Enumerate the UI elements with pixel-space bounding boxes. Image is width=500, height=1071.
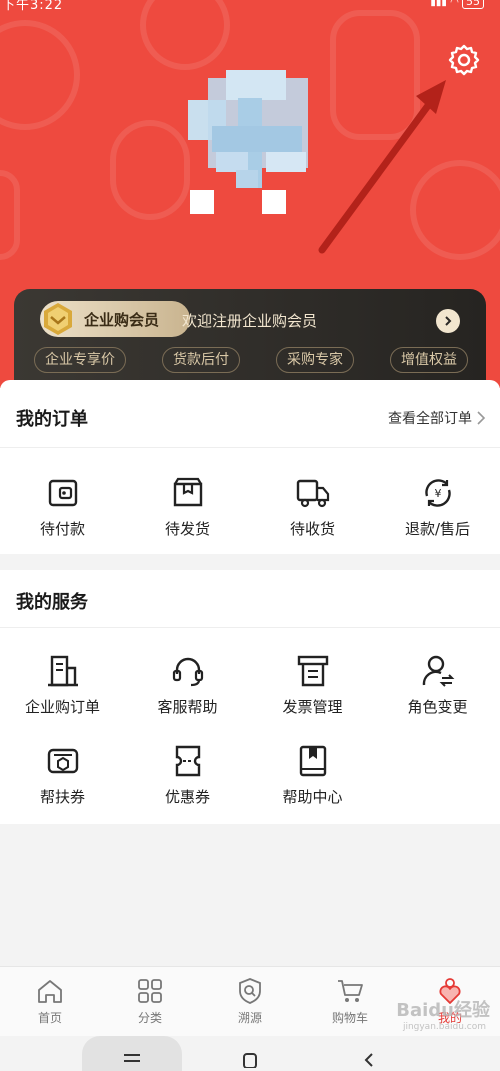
truck-icon <box>296 479 329 508</box>
tab-label: 购物车 <box>331 1011 368 1025</box>
watermark-text: Baidu经验 <box>396 1000 490 1021</box>
invoice-icon <box>297 655 328 687</box>
service-role-change[interactable]: 角色变更 <box>375 654 500 717</box>
service-label: 客服帮助 <box>157 698 218 716</box>
order-pending-payment[interactable]: 待付款 <box>0 476 125 539</box>
enterprise-vip-card[interactable]: 企业购会员 欢迎注册企业购会员 企业专享价 货款后付 采购专家 增值权益 <box>14 289 486 388</box>
service-coupon[interactable]: 优惠券 <box>125 744 250 807</box>
trace-icon <box>239 978 261 1004</box>
wallet-icon <box>48 479 77 507</box>
tab-label: 首页 <box>37 1011 62 1025</box>
services-title: 我的服务 <box>16 592 88 613</box>
orders-title: 我的订单 <box>16 409 88 430</box>
system-navigation-bar <box>0 1036 500 1071</box>
order-status-label: 待付款 <box>39 520 85 538</box>
vip-tag[interactable]: 货款后付 <box>162 347 240 373</box>
service-label: 帮助中心 <box>282 788 343 806</box>
headset-icon <box>172 657 203 687</box>
services-header: 我的服务 <box>0 570 500 628</box>
profile-header: 下午3:22 ▮▮▮ ◠ 55 企业购会员 欢迎注册企业购会员 企业专享价 货款… <box>0 0 500 388</box>
my-services-section: 我的服务 企业购订单 客服帮助 发票管理 角色变更 帮扶券 优惠券 帮助中心 <box>0 570 500 824</box>
order-status-grid: 待付款 待发货 待收货 ¥ 退款/售后 <box>0 476 500 539</box>
services-row-1: 企业购订单 客服帮助 发票管理 角色变更 <box>0 654 500 717</box>
background-pattern <box>0 170 20 260</box>
home-square-icon[interactable] <box>242 1050 258 1068</box>
settings-button[interactable] <box>444 40 484 80</box>
order-refund-aftersale[interactable]: ¥ 退款/售后 <box>375 476 500 539</box>
service-customer-help[interactable]: 客服帮助 <box>125 654 250 717</box>
chevron-right-icon <box>477 411 486 425</box>
vip-badge: 企业购会员 <box>40 301 190 337</box>
vip-benefit-tags: 企业专享价 货款后付 采购专家 增值权益 <box>34 347 468 373</box>
coupon-icon <box>175 745 200 777</box>
chevron-right-icon <box>445 316 452 326</box>
battery-indicator: ▮▮▮ ◠ 55 <box>430 0 484 9</box>
order-status-label: 待发货 <box>164 520 210 538</box>
vip-tag[interactable]: 企业专享价 <box>34 347 126 373</box>
order-status-label: 退款/售后 <box>404 520 471 538</box>
building-icon <box>47 655 78 687</box>
svg-text:¥: ¥ <box>434 487 441 500</box>
my-orders-section: 我的订单 查看全部订单 待付款 待发货 待收货 ¥ 退款/售后 <box>0 388 500 554</box>
status-time: 下午3:22 <box>2 0 64 12</box>
order-status-label: 待收货 <box>289 520 335 538</box>
service-invoice-management[interactable]: 发票管理 <box>250 654 375 717</box>
tab-label: 溯源 <box>237 1011 262 1025</box>
battery-level: 55 <box>462 0 484 9</box>
cart-icon <box>338 980 363 1002</box>
service-label: 角色变更 <box>407 698 468 716</box>
tab-cart[interactable]: 购物车 <box>300 967 400 1036</box>
service-label: 发票管理 <box>282 698 343 716</box>
orders-header: 我的订单 查看全部订单 <box>0 388 500 448</box>
services-row-2: 帮扶券 优惠券 帮助中心 <box>0 744 500 807</box>
support-coupon-icon <box>47 748 78 774</box>
menu-icon[interactable] <box>122 1050 142 1064</box>
service-label: 企业购订单 <box>24 698 100 716</box>
user-switch-icon <box>422 655 454 687</box>
help-book-icon <box>299 745 326 777</box>
tab-home[interactable]: 首页 <box>0 967 100 1036</box>
category-icon <box>138 979 162 1003</box>
background-pattern <box>110 120 190 220</box>
home-icon <box>38 980 62 1003</box>
package-icon <box>173 477 202 507</box>
tab-category[interactable]: 分类 <box>100 967 200 1036</box>
gear-icon <box>448 44 480 76</box>
order-pending-shipment[interactable]: 待发货 <box>125 476 250 539</box>
vip-badge-icon <box>44 303 72 335</box>
vip-welcome-text: 欢迎注册企业购会员 <box>182 312 318 330</box>
tab-label: 分类 <box>137 1011 162 1025</box>
status-bar: 下午3:22 ▮▮▮ ◠ 55 <box>0 0 500 12</box>
view-all-orders-link[interactable]: 查看全部订单 <box>388 408 486 428</box>
service-enterprise-orders[interactable]: 企业购订单 <box>0 654 125 717</box>
service-label: 优惠券 <box>164 788 210 806</box>
view-all-label: 查看全部订单 <box>388 411 472 427</box>
background-pattern <box>0 20 80 130</box>
watermark-subtext: jingyan.baidu.com <box>402 1022 486 1032</box>
service-label: 帮扶券 <box>39 788 85 806</box>
service-support-coupon[interactable]: 帮扶券 <box>0 744 125 807</box>
order-pending-receipt[interactable]: 待收货 <box>250 476 375 539</box>
empty-cell <box>375 744 500 807</box>
annotation-arrow <box>318 80 446 254</box>
refund-icon: ¥ <box>424 479 451 507</box>
vip-tag[interactable]: 采购专家 <box>276 347 354 373</box>
avatar[interactable] <box>186 70 316 220</box>
back-icon[interactable] <box>362 1050 374 1068</box>
tab-trace[interactable]: 溯源 <box>200 967 300 1036</box>
service-help-center[interactable]: 帮助中心 <box>250 744 375 807</box>
vip-tag[interactable]: 增值权益 <box>390 347 468 373</box>
vip-badge-label: 企业购会员 <box>84 310 160 329</box>
vip-register-button[interactable] <box>436 309 460 333</box>
